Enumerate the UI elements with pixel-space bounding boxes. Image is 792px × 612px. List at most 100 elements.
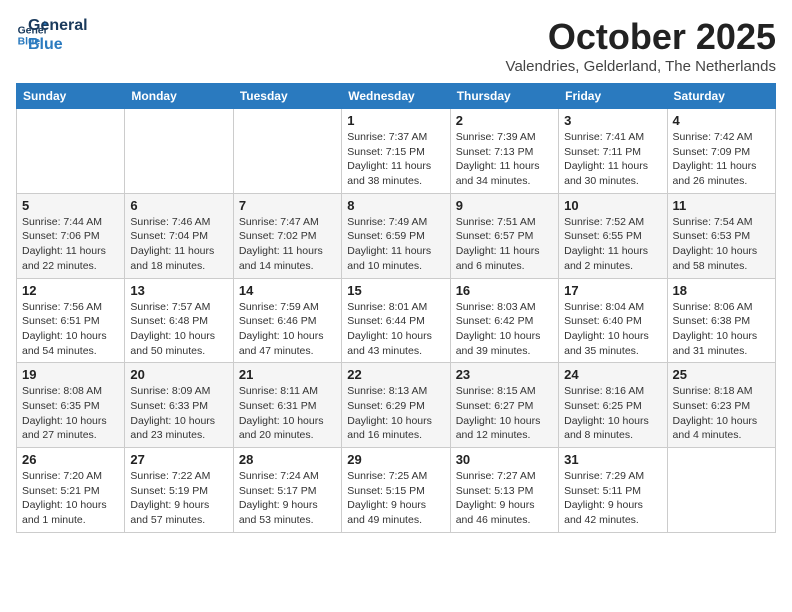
page-header: General Blue General Blue October 2025 V…: [16, 16, 776, 75]
calendar-cell: 7 Sunrise: 7:47 AMSunset: 7:02 PMDaylight…: [233, 193, 341, 278]
calendar-cell: 15Sunrise: 8:01 AMSunset: 6:44 PMDayligh…: [342, 278, 450, 363]
day-number: 15: [347, 283, 444, 298]
day-info: Sunrise: 7:52 AMSunset: 6:55 PMDaylight:…: [564, 215, 661, 274]
calendar-cell: 17 Sunrise: 8:04 AMSunset: 6:40 PMDayligh…: [559, 278, 667, 363]
calendar-cell: 4Sunrise: 7:42 AMSunset: 7:09 PMDaylight…: [667, 109, 775, 194]
day-info: Sunrise: 8:11 AMSunset: 6:31 PMDaylight:…: [239, 384, 336, 443]
calendar-week-row: 26 Sunrise: 7:20 AMSunset: 5:21 PMDayligh…: [17, 448, 776, 533]
month-title: October 2025: [506, 16, 776, 58]
calendar-cell: 27Sunrise: 7:22 AMSunset: 5:19 PMDayligh…: [125, 448, 233, 533]
day-number: 19: [22, 367, 119, 382]
day-number: 22: [347, 367, 444, 382]
day-number: 31: [564, 452, 661, 467]
day-info: Sunrise: 7:46 AMSunset: 7:04 PMDaylight:…: [130, 215, 227, 274]
calendar-cell: 3 Sunrise: 7:41 AMSunset: 7:11 PMDaylight…: [559, 109, 667, 194]
day-number: 11: [673, 198, 770, 213]
calendar-cell: [17, 109, 125, 194]
calendar-cell: 6 Sunrise: 7:46 AMSunset: 7:04 PMDaylight…: [125, 193, 233, 278]
day-info: Sunrise: 7:51 AMSunset: 6:57 PMDaylight:…: [456, 215, 553, 274]
calendar-week-row: 5 Sunrise: 7:44 AMSunset: 7:06 PMDaylight…: [17, 193, 776, 278]
calendar-cell: 16Sunrise: 8:03 AMSunset: 6:42 PMDayligh…: [450, 278, 558, 363]
day-number: 12: [22, 283, 119, 298]
calendar-cell: 31 Sunrise: 7:29 AMSunset: 5:11 PMDayligh…: [559, 448, 667, 533]
calendar-cell: [125, 109, 233, 194]
day-header-monday: Monday: [125, 84, 233, 109]
day-number: 5: [22, 198, 119, 213]
calendar-week-row: 1 Sunrise: 7:37 AMSunset: 7:15 PMDaylight…: [17, 109, 776, 194]
day-number: 3: [564, 113, 661, 128]
day-number: 17: [564, 283, 661, 298]
calendar-cell: 13Sunrise: 7:57 AMSunset: 6:48 PMDayligh…: [125, 278, 233, 363]
day-number: 29: [347, 452, 444, 467]
logo-line2: Blue: [28, 35, 88, 54]
day-number: 14: [239, 283, 336, 298]
calendar-cell: 19Sunrise: 8:08 AMSunset: 6:35 PMDayligh…: [17, 363, 125, 448]
day-number: 30: [456, 452, 553, 467]
calendar-cell: 26 Sunrise: 7:20 AMSunset: 5:21 PMDayligh…: [17, 448, 125, 533]
calendar-cell: 24 Sunrise: 8:16 AMSunset: 6:25 PMDayligh…: [559, 363, 667, 448]
day-header-friday: Friday: [559, 84, 667, 109]
calendar-cell: 28 Sunrise: 7:24 AMSunset: 5:17 PMDayligh…: [233, 448, 341, 533]
day-number: 13: [130, 283, 227, 298]
day-info: Sunrise: 7:56 AMSunset: 6:51 PMDaylight:…: [22, 300, 119, 359]
day-number: 1: [347, 113, 444, 128]
calendar-week-row: 19Sunrise: 8:08 AMSunset: 6:35 PMDayligh…: [17, 363, 776, 448]
day-number: 8: [347, 198, 444, 213]
calendar-cell: 8 Sunrise: 7:49 AMSunset: 6:59 PMDaylight…: [342, 193, 450, 278]
day-info: Sunrise: 8:16 AMSunset: 6:25 PMDaylight:…: [564, 384, 661, 443]
day-info: Sunrise: 7:25 AMSunset: 5:15 PMDaylight:…: [347, 469, 444, 528]
calendar-cell: 14 Sunrise: 7:59 AMSunset: 6:46 PMDayligh…: [233, 278, 341, 363]
calendar-cell: 20Sunrise: 8:09 AMSunset: 6:33 PMDayligh…: [125, 363, 233, 448]
day-info: Sunrise: 7:41 AMSunset: 7:11 PMDaylight:…: [564, 130, 661, 189]
day-info: Sunrise: 8:13 AMSunset: 6:29 PMDaylight:…: [347, 384, 444, 443]
calendar-week-row: 12 Sunrise: 7:56 AMSunset: 6:51 PMDayligh…: [17, 278, 776, 363]
day-number: 24: [564, 367, 661, 382]
day-number: 16: [456, 283, 553, 298]
day-info: Sunrise: 8:18 AMSunset: 6:23 PMDaylight:…: [673, 384, 770, 443]
day-number: 23: [456, 367, 553, 382]
day-info: Sunrise: 8:06 AMSunset: 6:38 PMDaylight:…: [673, 300, 770, 359]
day-number: 4: [673, 113, 770, 128]
logo-line1: General: [28, 16, 88, 35]
calendar-cell: 29 Sunrise: 7:25 AMSunset: 5:15 PMDayligh…: [342, 448, 450, 533]
day-info: Sunrise: 7:59 AMSunset: 6:46 PMDaylight:…: [239, 300, 336, 359]
location-subtitle: Valendries, Gelderland, The Netherlands: [506, 58, 776, 75]
calendar-cell: 18 Sunrise: 8:06 AMSunset: 6:38 PMDayligh…: [667, 278, 775, 363]
day-number: 6: [130, 198, 227, 213]
day-number: 9: [456, 198, 553, 213]
calendar-cell: 1 Sunrise: 7:37 AMSunset: 7:15 PMDaylight…: [342, 109, 450, 194]
calendar-cell: 21Sunrise: 8:11 AMSunset: 6:31 PMDayligh…: [233, 363, 341, 448]
calendar-cell: 10 Sunrise: 7:52 AMSunset: 6:55 PMDayligh…: [559, 193, 667, 278]
day-info: Sunrise: 7:24 AMSunset: 5:17 PMDaylight:…: [239, 469, 336, 528]
day-header-saturday: Saturday: [667, 84, 775, 109]
day-number: 20: [130, 367, 227, 382]
day-info: Sunrise: 7:29 AMSunset: 5:11 PMDaylight:…: [564, 469, 661, 528]
day-info: Sunrise: 7:49 AMSunset: 6:59 PMDaylight:…: [347, 215, 444, 274]
day-info: Sunrise: 7:20 AMSunset: 5:21 PMDaylight:…: [22, 469, 119, 528]
calendar-cell: 11Sunrise: 7:54 AMSunset: 6:53 PMDayligh…: [667, 193, 775, 278]
day-number: 2: [456, 113, 553, 128]
day-header-tuesday: Tuesday: [233, 84, 341, 109]
logo: General Blue General Blue: [16, 16, 88, 54]
calendar-table: SundayMondayTuesdayWednesdayThursdayFrid…: [16, 83, 776, 533]
day-info: Sunrise: 8:04 AMSunset: 6:40 PMDaylight:…: [564, 300, 661, 359]
calendar-cell: 30Sunrise: 7:27 AMSunset: 5:13 PMDayligh…: [450, 448, 558, 533]
day-header-wednesday: Wednesday: [342, 84, 450, 109]
day-number: 7: [239, 198, 336, 213]
day-info: Sunrise: 7:39 AMSunset: 7:13 PMDaylight:…: [456, 130, 553, 189]
calendar-cell: 2 Sunrise: 7:39 AMSunset: 7:13 PMDaylight…: [450, 109, 558, 194]
calendar-cell: 25 Sunrise: 8:18 AMSunset: 6:23 PMDayligh…: [667, 363, 775, 448]
day-info: Sunrise: 7:37 AMSunset: 7:15 PMDaylight:…: [347, 130, 444, 189]
title-block: October 2025 Valendries, Gelderland, The…: [506, 16, 776, 75]
calendar-cell: [233, 109, 341, 194]
calendar-cell: 22 Sunrise: 8:13 AMSunset: 6:29 PMDayligh…: [342, 363, 450, 448]
day-header-sunday: Sunday: [17, 84, 125, 109]
day-info: Sunrise: 7:44 AMSunset: 7:06 PMDaylight:…: [22, 215, 119, 274]
day-number: 10: [564, 198, 661, 213]
day-number: 28: [239, 452, 336, 467]
day-info: Sunrise: 7:47 AMSunset: 7:02 PMDaylight:…: [239, 215, 336, 274]
day-number: 27: [130, 452, 227, 467]
day-number: 26: [22, 452, 119, 467]
day-number: 25: [673, 367, 770, 382]
day-number: 18: [673, 283, 770, 298]
